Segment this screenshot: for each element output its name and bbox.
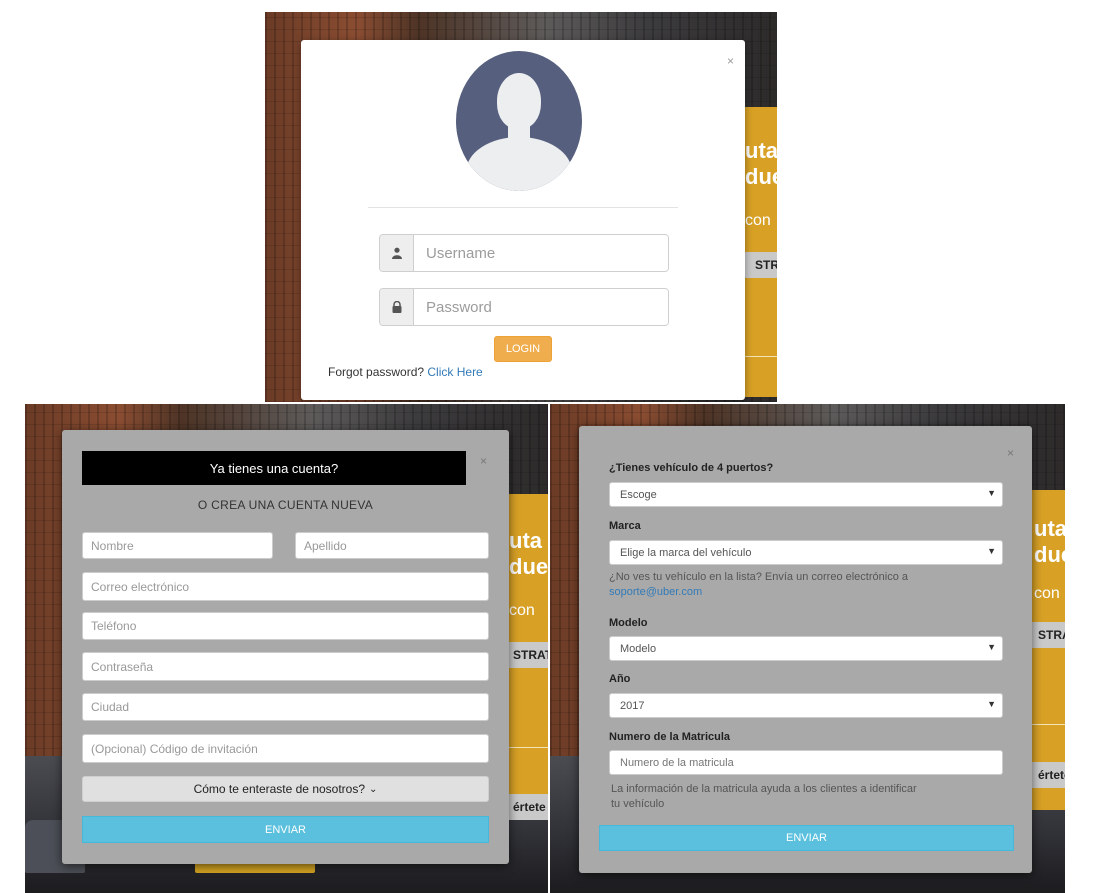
email-input[interactable]: Correo electrónico [82,572,489,601]
avatar-icon [456,51,582,191]
hero-line-1: uta [509,528,542,553]
phone-input[interactable]: Teléfono [82,612,489,640]
modelo-select-value: Modelo [620,642,657,655]
dropdown-arrow-icon: ▼ [987,699,996,709]
lock-icon [380,289,414,325]
username-input[interactable] [414,235,668,271]
hero-line-1: uta [1034,516,1065,541]
register-screenshot: uta due con STRATE értete Ya tienes una … [25,404,548,893]
create-account-subtitle: O CREA UNA CUENTA NUEVA [197,498,374,512]
how-found-dropdown[interactable]: Cómo te enteraste de nosotros? ⌄ [82,776,489,802]
password-group [379,288,669,326]
marca-select-value: Elige la marca del vehículo [620,546,752,559]
how-found-label: Cómo te enteraste de nosotros? [193,782,366,796]
strip-button-2[interactable]: értete [1028,762,1065,788]
dropdown-arrow-icon: ▼ [987,642,996,652]
close-icon[interactable]: × [480,454,487,468]
ano-select-value: 2017 [620,699,645,712]
matricula-help: La información de la matricula ayuda a l… [611,783,917,810]
close-icon[interactable]: × [727,54,734,68]
hero-line-1: uta [745,138,777,163]
marca-help-text: ¿No ves tu vehículo en la lista? Envía u… [609,571,908,583]
register-strip-button[interactable]: STRATE [1028,622,1065,648]
chevron-down-icon: ⌄ [369,783,378,795]
password-input[interactable] [414,289,668,325]
vehicle-modal: × ¿Tienes vehículo de 4 puertos? Escoge … [579,426,1032,873]
close-icon[interactable]: × [1007,446,1014,460]
doors-select[interactable]: Escoge ▼ [609,482,1003,507]
ano-select[interactable]: 2017 ▼ [609,693,1003,718]
divider-line [1030,724,1065,725]
matricula-label: Numero de la Matricula [609,731,731,743]
doors-label: ¿Tienes vehículo de 4 puertos? [609,462,774,474]
marca-label: Marca [609,520,641,532]
login-button[interactable]: LOGIN [494,336,552,362]
ano-label: Año [609,673,631,685]
divider-line [505,747,548,748]
already-account-banner[interactable]: Ya tienes una cuenta? [82,451,466,485]
hero-sub: con [509,602,535,619]
dropdown-arrow-icon: ▼ [987,546,996,556]
click-here-link[interactable]: Click Here [427,365,482,379]
password-input[interactable]: Contraseña [82,652,489,681]
support-email-link[interactable]: soporte@uber.com [609,586,702,598]
divider-line [745,356,777,357]
marca-select[interactable]: Elige la marca del vehículo ▼ [609,540,1003,565]
nombre-input[interactable]: Nombre [82,532,273,559]
register-strip-button[interactable]: STRATE [503,642,548,668]
hero-line-2: due [1034,542,1065,567]
hero-sub: con [1034,585,1060,602]
login-screenshot: uta due con STRATE × LOGIN Forgot p [265,12,777,402]
dropdown-arrow-icon: ▼ [987,488,996,498]
invitation-code-input[interactable]: (Opcional) Código de invitación [82,734,489,763]
username-group [379,234,669,272]
hero-line-2: due [745,164,777,189]
login-modal: × LOGIN Forgot password? Click Here [301,40,745,400]
register-modal: Ya tienes una cuenta? × O CREA UNA CUENT… [62,430,509,864]
divider [368,207,678,208]
strip-button-2[interactable]: értete [503,794,548,820]
doors-select-value: Escoge [620,488,657,501]
modelo-select[interactable]: Modelo ▼ [609,636,1003,661]
marca-help: ¿No ves tu vehículo en la lista? Envía u… [609,570,929,600]
matricula-input[interactable] [609,750,1003,775]
register-strip-button[interactable]: STRATE [745,252,777,278]
hero-line-2: due [509,554,548,579]
forgot-text: Forgot password? [328,365,425,379]
modelo-label: Modelo [609,617,648,629]
hero-sub: con [745,212,771,229]
user-icon [380,235,414,271]
apellido-input[interactable]: Apellido [295,532,489,559]
city-input[interactable]: Ciudad [82,693,489,721]
send-button[interactable]: ENVIAR [599,825,1014,851]
vehicle-screenshot: uta due con STRATE értete × ¿Tienes vehí… [550,404,1065,893]
forgot-password-row: Forgot password? Click Here [328,365,483,379]
send-button[interactable]: ENVIAR [82,816,489,843]
